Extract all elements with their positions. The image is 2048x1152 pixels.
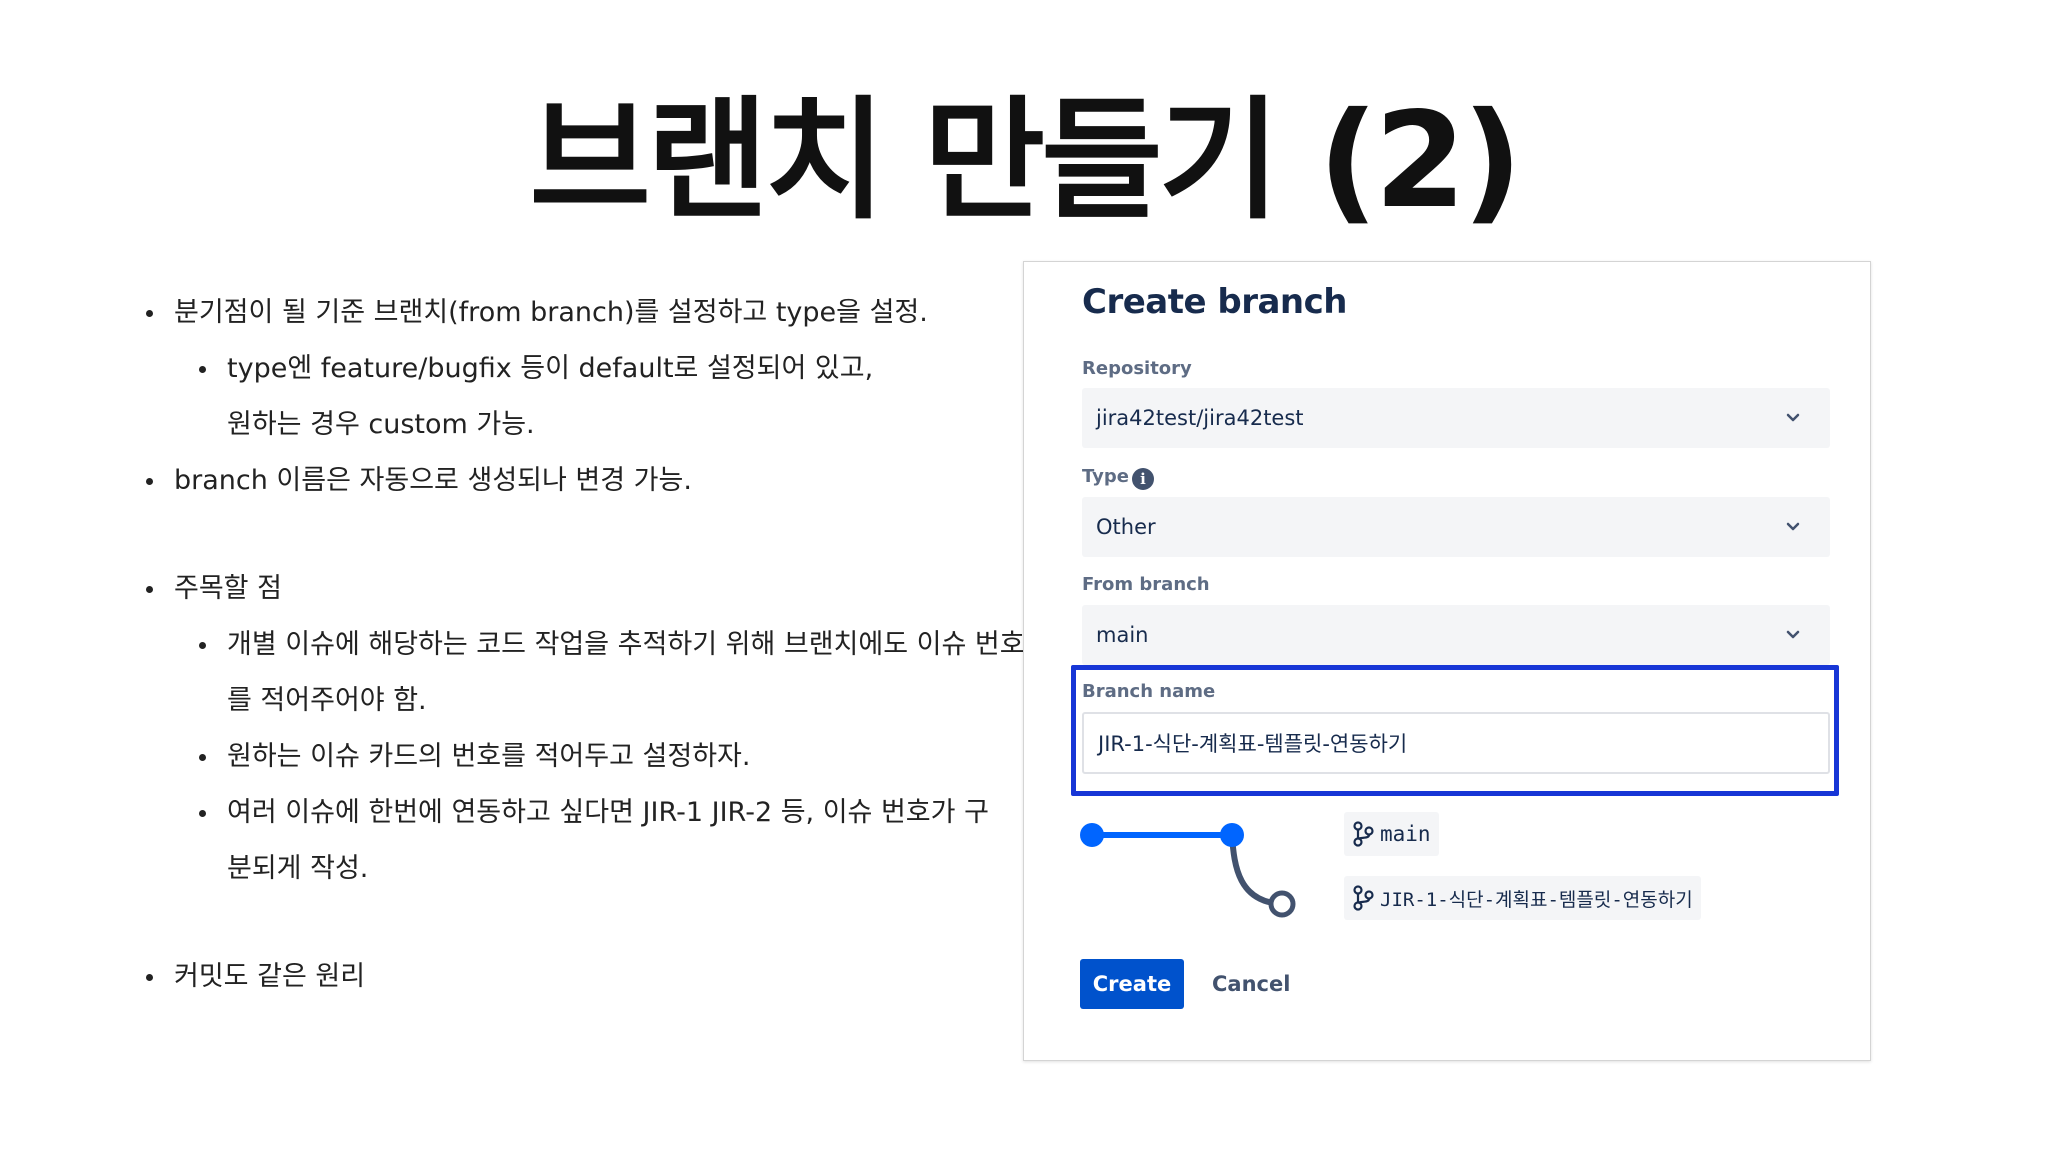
branch-name-input[interactable]: JIR-1-식단-계획표-템플릿-연동하기 (1082, 712, 1830, 774)
bullet-branch-name: branch 이름은 자동으로 생성되나 변경 가능. (142, 453, 1022, 509)
from-branch-select[interactable]: main (1082, 605, 1830, 665)
graph-source-label: main (1380, 822, 1431, 846)
graph-target-tag: JIR-1-식단-계획표-템플릿-연동하기 (1344, 876, 1701, 920)
bullet-multi-issue-cont: 분되게 작성. (227, 853, 369, 884)
repository-value: jira42test/jira42test (1096, 406, 1304, 430)
repository-select[interactable]: jira42test/jira42test (1082, 388, 1830, 448)
bullet-type-default: type엔 feature/bugfix 등이 default로 설정되어 있고… (195, 341, 1022, 397)
from-branch-label: From branch (1082, 574, 1210, 595)
chevron-down-icon (1786, 630, 1800, 639)
chevron-down-icon (1786, 413, 1800, 422)
bullet-type-default-cont: 원하는 경우 custom 가능. (227, 409, 535, 440)
type-value: Other (1096, 515, 1156, 539)
type-select[interactable]: Other (1082, 497, 1830, 557)
info-icon[interactable]: i (1132, 468, 1154, 490)
bullet-note-heading: 주목할 점 (142, 561, 1022, 617)
bullet-commit: 커밋도 같은 원리 (142, 949, 1022, 1005)
notes-list: 분기점이 될 기준 브랜치(from branch)를 설정하고 type을 설… (142, 285, 1025, 1005)
cancel-button[interactable]: Cancel (1206, 959, 1296, 1009)
bullet-issue-number-cont: 를 적어주어야 함. (227, 685, 427, 716)
dialog-title: Create branch (1082, 282, 1348, 322)
from-branch-value: main (1096, 623, 1149, 647)
graph-source-tag: main (1344, 812, 1439, 856)
chevron-down-icon (1786, 522, 1800, 531)
create-button[interactable]: Create (1080, 959, 1184, 1009)
bullet-multi-issue: 여러 이슈에 한번에 연동하고 싶다면 JIR-1 JIR-2 등, 이슈 번호… (195, 785, 1022, 841)
git-branch-icon (1353, 821, 1374, 847)
create-branch-dialog: Create branch Repository jira42test/jira… (1023, 261, 1871, 1061)
bullet-issue-number: 개별 이슈에 해당하는 코드 작업을 추적하기 위해 브랜치에도 이슈 번호 (195, 617, 1025, 673)
bullet-from-branch: 분기점이 될 기준 브랜치(from branch)를 설정하고 type을 설… (142, 285, 1022, 341)
git-branch-icon (1353, 885, 1374, 911)
branch-graph-icon (1080, 823, 1296, 918)
bullet-issue-card: 원하는 이슈 카드의 번호를 적어두고 설정하자. (195, 729, 1022, 785)
branch-name-label: Branch name (1082, 681, 1216, 702)
slide-title: 브랜치 만들기 (2) (529, 84, 1522, 238)
type-label: Type (1082, 466, 1129, 487)
graph-target-label: JIR-1-식단-계획표-템플릿-연동하기 (1380, 888, 1693, 911)
repository-label: Repository (1082, 358, 1192, 379)
